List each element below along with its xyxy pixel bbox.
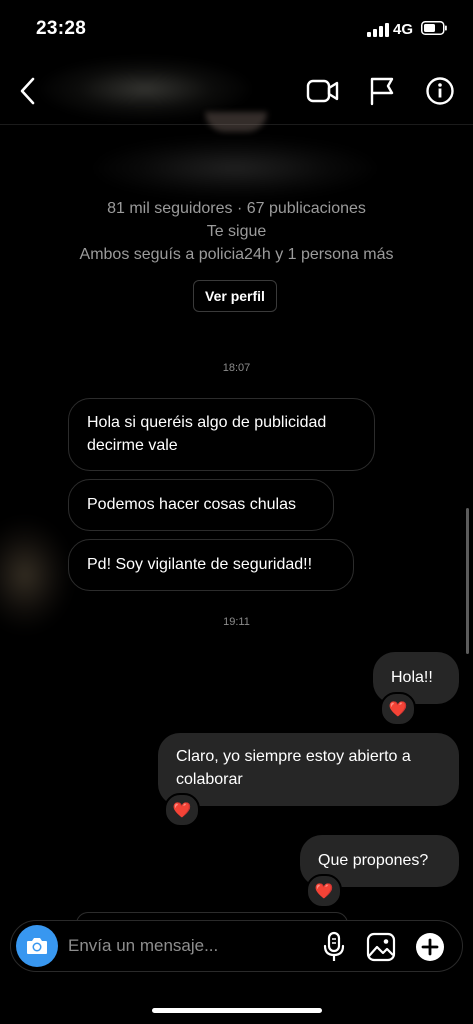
blurred-username xyxy=(40,58,250,120)
network-label: 4G xyxy=(393,21,414,38)
info-icon[interactable] xyxy=(425,76,455,106)
incoming-message[interactable]: Podemos hacer cosas chulas xyxy=(68,479,334,531)
sender-avatar xyxy=(0,520,70,630)
message-text: Claro, yo siempre estoy abierto a xyxy=(176,748,411,765)
plus-icon[interactable] xyxy=(415,932,445,962)
image-icon[interactable] xyxy=(366,932,396,962)
message-text: Hola!! xyxy=(391,669,433,686)
message-text: Pd! Soy vigilante de seguridad!! xyxy=(87,556,313,573)
heart-icon: ❤️ xyxy=(172,802,192,819)
message-text: colaborar xyxy=(176,771,243,788)
status-time: 23:28 xyxy=(36,18,87,39)
message-timestamp: 19:11 xyxy=(223,616,250,628)
message-input[interactable] xyxy=(68,931,308,961)
video-camera-icon[interactable] xyxy=(306,77,340,105)
heart-reaction[interactable]: ❤️ xyxy=(380,692,416,726)
flag-icon[interactable] xyxy=(368,76,396,106)
microphone-icon[interactable] xyxy=(323,931,345,963)
incoming-message[interactable]: Pd! Soy vigilante de seguridad!! xyxy=(68,539,354,591)
mutual-followers: Ambos seguís a policia24h y 1 persona má… xyxy=(79,246,394,263)
camera-button[interactable] xyxy=(16,925,58,967)
heart-icon: ❤️ xyxy=(314,883,334,900)
outgoing-message[interactable]: Claro, yo siempre estoy abierto a colabo… xyxy=(158,733,459,806)
blurred-profile-name xyxy=(95,138,375,198)
follows-you-label: Te sigue xyxy=(206,223,267,240)
message-text: Podemos hacer cosas chulas xyxy=(87,496,296,513)
battery-icon xyxy=(421,21,447,35)
message-text: Hola si queréis algo de publicidad xyxy=(87,414,327,431)
signal-icon xyxy=(367,23,389,37)
message-text: decirme vale xyxy=(87,437,178,454)
message-text: Que propones? xyxy=(318,852,429,869)
avatar[interactable] xyxy=(205,112,267,132)
profile-stats: 81 mil seguidores · 67 publicaciones xyxy=(107,200,366,217)
back-icon[interactable] xyxy=(18,77,38,105)
heart-reaction[interactable]: ❤️ xyxy=(164,793,200,827)
home-indicator[interactable] xyxy=(152,1008,322,1013)
camera-icon xyxy=(27,938,47,954)
message-timestamp: 18:07 xyxy=(222,362,251,374)
scrollbar[interactable] xyxy=(466,508,469,654)
view-profile-button[interactable]: Ver perfil xyxy=(193,280,277,312)
heart-reaction[interactable]: ❤️ xyxy=(306,874,342,908)
heart-icon: ❤️ xyxy=(388,701,408,718)
incoming-message[interactable]: Hola si queréis algo de publicidad decir… xyxy=(68,398,375,471)
